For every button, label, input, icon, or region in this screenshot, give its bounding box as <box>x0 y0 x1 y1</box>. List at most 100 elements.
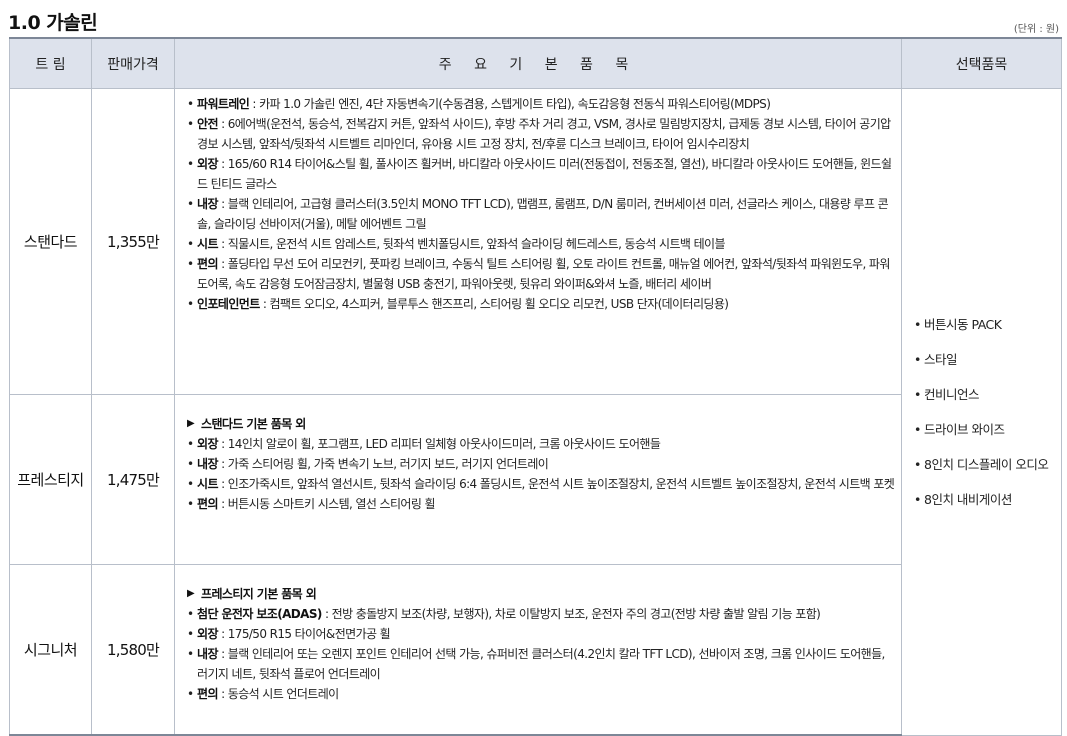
feature-description: : 블랙 인테리어, 고급형 클러스터(3.5인치 MONO TFT LCD),… <box>197 197 889 231</box>
feature-description: : 전방 충돌방지 보조(차량, 보행자), 차로 이탈방지 보조, 운전자 주… <box>321 607 821 621</box>
option-label: 스타일 <box>924 351 958 367</box>
base-items-note: ▶ 스탠다드 기본 품목 외 <box>187 414 897 434</box>
trim-name: 프레스티지 <box>9 394 92 565</box>
feature-description: : 6에어백(운전석, 동승석, 전복감지 커튼, 앞좌석 사이드), 후방 주… <box>197 117 891 151</box>
header-trim: 트 림 <box>9 37 92 89</box>
feature-text: 내장 : 블랙 인테리어, 고급형 클러스터(3.5인치 MONO TFT LC… <box>197 194 897 234</box>
option-item: • 8인치 내비게이션 <box>914 490 1053 509</box>
feature-item: • 편의 : 버튼시동 스마트키 시스템, 열선 스티어링 휠 <box>187 494 897 514</box>
feature-description: : 카파 1.0 가솔린 엔진, 4단 자동변속기(수동겸용, 스텝게이트 타입… <box>249 97 771 111</box>
bullet-icon: • <box>187 297 194 311</box>
base-items-note: ▶ 프레스티지 기본 품목 외 <box>187 584 897 604</box>
feature-description: : 직물시트, 운전석 시트 암레스트, 뒷좌석 벤치폴딩시트, 앞좌석 슬라이… <box>217 237 725 251</box>
bullet-icon: • <box>914 491 921 507</box>
trim-price: 1,475만 <box>91 394 175 565</box>
option-label: 8인치 디스플레이 오디오 <box>924 456 1049 472</box>
trim-row-standard: 스탠다드 1,355만 • 파워트레인 : 카파 1.0 가솔린 엔진, 4단 자… <box>9 88 1062 736</box>
feature-description: : 컴팩트 오디오, 4스피커, 블루투스 핸즈프리, 스티어링 휠 오디오 리… <box>259 297 729 311</box>
feature-description: : 가죽 스티어링 휠, 가죽 변속기 노브, 러기지 보드, 러기지 언더트레… <box>217 457 549 471</box>
option-item: • 스타일 <box>914 350 1053 369</box>
feature-text: 외장 : 165/60 R14 타이어&스틸 휠, 풀사이즈 휠커버, 바디칼라… <box>197 154 897 194</box>
feature-text: 내장 : 가죽 스티어링 휠, 가죽 변속기 노브, 러기지 보드, 러기지 언… <box>197 454 897 474</box>
bullet-icon: • <box>187 687 194 701</box>
option-label: 컨비니언스 <box>924 386 980 402</box>
feature-text: 편의 : 폴딩타입 무선 도어 리모컨키, 풋파킹 브레이크, 수동식 틸트 스… <box>197 254 897 294</box>
feature-category: 편의 <box>197 687 218 701</box>
feature-item: • 내장 : 블랙 인테리어 또는 오렌지 포인트 인테리어 선택 가능, 슈퍼비… <box>187 644 897 684</box>
feature-item: • 외장 : 165/60 R14 타이어&스틸 휠, 풀사이즈 휠커버, 바디칼… <box>187 154 897 194</box>
feature-item: • 편의 : 동승석 시트 언더트레이 <box>187 684 897 704</box>
feature-text: 시트 : 직물시트, 운전석 시트 암레스트, 뒷좌석 벤치폴딩시트, 앞좌석 … <box>197 234 897 254</box>
bullet-icon: • <box>914 316 921 332</box>
feature-category: 내장 <box>197 197 218 211</box>
bullet-icon: • <box>187 647 194 661</box>
feature-item: • 파워트레인 : 카파 1.0 가솔린 엔진, 4단 자동변속기(수동겸용, 스… <box>187 94 897 114</box>
feature-description: : 175/50 R15 타이어&전면가공 휠 <box>217 627 391 641</box>
bullet-icon: • <box>187 157 194 171</box>
feature-text: 외장 : 14인치 알로이 휠, 포그램프, LED 리피터 일체형 아웃사이드… <box>197 434 897 454</box>
feature-description: : 인조가죽시트, 앞좌석 열선시트, 뒷좌석 슬라이딩 6:4 폴딩시트, 운… <box>217 477 895 491</box>
bullet-icon: • <box>187 257 194 271</box>
bullet-icon: • <box>187 497 194 511</box>
feature-text: 첨단 운전자 보조(ADAS) : 전방 충돌방지 보조(차량, 보행자), 차… <box>197 604 897 624</box>
feature-item: • 편의 : 폴딩타입 무선 도어 리모컨키, 풋파킹 브레이크, 수동식 틸트 … <box>187 254 897 294</box>
bullet-icon: • <box>187 457 194 471</box>
feature-category: 시트 <box>197 477 218 491</box>
feature-text: 안전 : 6에어백(운전석, 동승석, 전복감지 커튼, 앞좌석 사이드), 후… <box>197 114 897 154</box>
feature-description: : 블랙 인테리어 또는 오렌지 포인트 인테리어 선택 가능, 슈퍼비전 클러… <box>197 647 885 681</box>
feature-item: • 내장 : 블랙 인테리어, 고급형 클러스터(3.5인치 MONO TFT L… <box>187 194 897 234</box>
feature-item: • 외장 : 14인치 알로이 휠, 포그램프, LED 리피터 일체형 아웃사이… <box>187 434 897 454</box>
feature-text: 편의 : 버튼시동 스마트키 시스템, 열선 스티어링 휠 <box>197 494 897 514</box>
options-cell: • 버튼시동 PACK • 스타일 • 컨비니언스 • 드라이브 와이즈 • 8인치 디스플레이 … <box>901 88 1062 736</box>
feature-cell: • 파워트레인 : 카파 1.0 가솔린 엔진, 4단 자동변속기(수동겸용, 스… <box>174 88 902 395</box>
feature-item: • 시트 : 직물시트, 운전석 시트 암레스트, 뒷좌석 벤치폴딩시트, 앞좌석… <box>187 234 897 254</box>
feature-text: 인포테인먼트 : 컴팩트 오디오, 4스피커, 블루투스 핸즈프리, 스티어링 … <box>197 294 897 314</box>
feature-category: 외장 <box>197 157 218 171</box>
trim-spec-table: 트 림 판매가격 주 요 기 본 품 목 선택품목 스탠다드 1,355만 • 파… <box>9 37 1062 736</box>
bullet-icon: • <box>187 607 194 621</box>
feature-cell: ▶ 스탠다드 기본 품목 외 • 외장 : 14인치 알로이 휠, 포그램프, LED… <box>174 394 902 565</box>
table-header-row: 트 림 판매가격 주 요 기 본 품 목 선택품목 <box>9 37 1062 89</box>
trim-name: 시그니처 <box>9 564 92 736</box>
option-item: • 8인치 디스플레이 오디오 <box>914 455 1053 474</box>
feature-text: 내장 : 블랙 인테리어 또는 오렌지 포인트 인테리어 선택 가능, 슈퍼비전… <box>197 644 897 684</box>
feature-text: 파워트레인 : 카파 1.0 가솔린 엔진, 4단 자동변속기(수동겸용, 스텝… <box>197 94 897 114</box>
feature-category: 인포테인먼트 <box>197 297 260 311</box>
option-item: • 버튼시동 PACK <box>914 315 1053 334</box>
bullet-icon: • <box>914 456 921 472</box>
feature-description: : 동승석 시트 언더트레이 <box>217 687 339 701</box>
feature-category: 외장 <box>197 437 218 451</box>
feature-category: 편의 <box>197 257 218 271</box>
feature-item: • 안전 : 6에어백(운전석, 동승석, 전복감지 커튼, 앞좌석 사이드), … <box>187 114 897 154</box>
trim-price: 1,580만 <box>91 564 175 736</box>
page-title: 1.0 가솔린 <box>8 12 98 34</box>
feature-text: 편의 : 동승석 시트 언더트레이 <box>197 684 897 704</box>
feature-category: 첨단 운전자 보조(ADAS) <box>197 607 322 621</box>
bullet-icon: • <box>914 421 921 437</box>
option-item: • 드라이브 와이즈 <box>914 420 1053 439</box>
feature-cell: ▶ 프레스티지 기본 품목 외 • 첨단 운전자 보조(ADAS) : 전방 충돌방지… <box>174 564 902 736</box>
feature-category: 시트 <box>197 237 218 251</box>
bullet-icon: • <box>187 477 194 491</box>
bullet-icon: • <box>187 437 194 451</box>
feature-category: 내장 <box>197 647 218 661</box>
option-label: 드라이브 와이즈 <box>924 421 1005 437</box>
feature-category: 편의 <box>197 497 218 511</box>
header-options: 선택품목 <box>901 37 1062 89</box>
bullet-icon: • <box>187 237 194 251</box>
option-item: • 컨비니언스 <box>914 385 1053 404</box>
trim-name: 스탠다드 <box>9 88 92 395</box>
bullet-icon: • <box>187 197 194 211</box>
feature-item: • 인포테인먼트 : 컴팩트 오디오, 4스피커, 블루투스 핸즈프리, 스티어링… <box>187 294 897 314</box>
feature-text: 외장 : 175/50 R15 타이어&전면가공 휠 <box>197 624 897 644</box>
trim-price: 1,355만 <box>91 88 175 395</box>
unit-note: (단위 : 원) <box>1013 24 1059 35</box>
feature-text: 시트 : 인조가죽시트, 앞좌석 열선시트, 뒷좌석 슬라이딩 6:4 폴딩시트… <box>197 474 897 494</box>
feature-description: : 165/60 R14 타이어&스틸 휠, 풀사이즈 휠커버, 바디칼라 아웃… <box>197 157 892 191</box>
feature-description: : 버튼시동 스마트키 시스템, 열선 스티어링 휠 <box>217 497 435 511</box>
option-label: 8인치 내비게이션 <box>924 491 1012 507</box>
feature-category: 내장 <box>197 457 218 471</box>
feature-item: • 첨단 운전자 보조(ADAS) : 전방 충돌방지 보조(차량, 보행자), … <box>187 604 897 624</box>
feature-description: : 14인치 알로이 휠, 포그램프, LED 리피터 일체형 아웃사이드미러,… <box>217 437 661 451</box>
bullet-icon: • <box>187 97 194 111</box>
